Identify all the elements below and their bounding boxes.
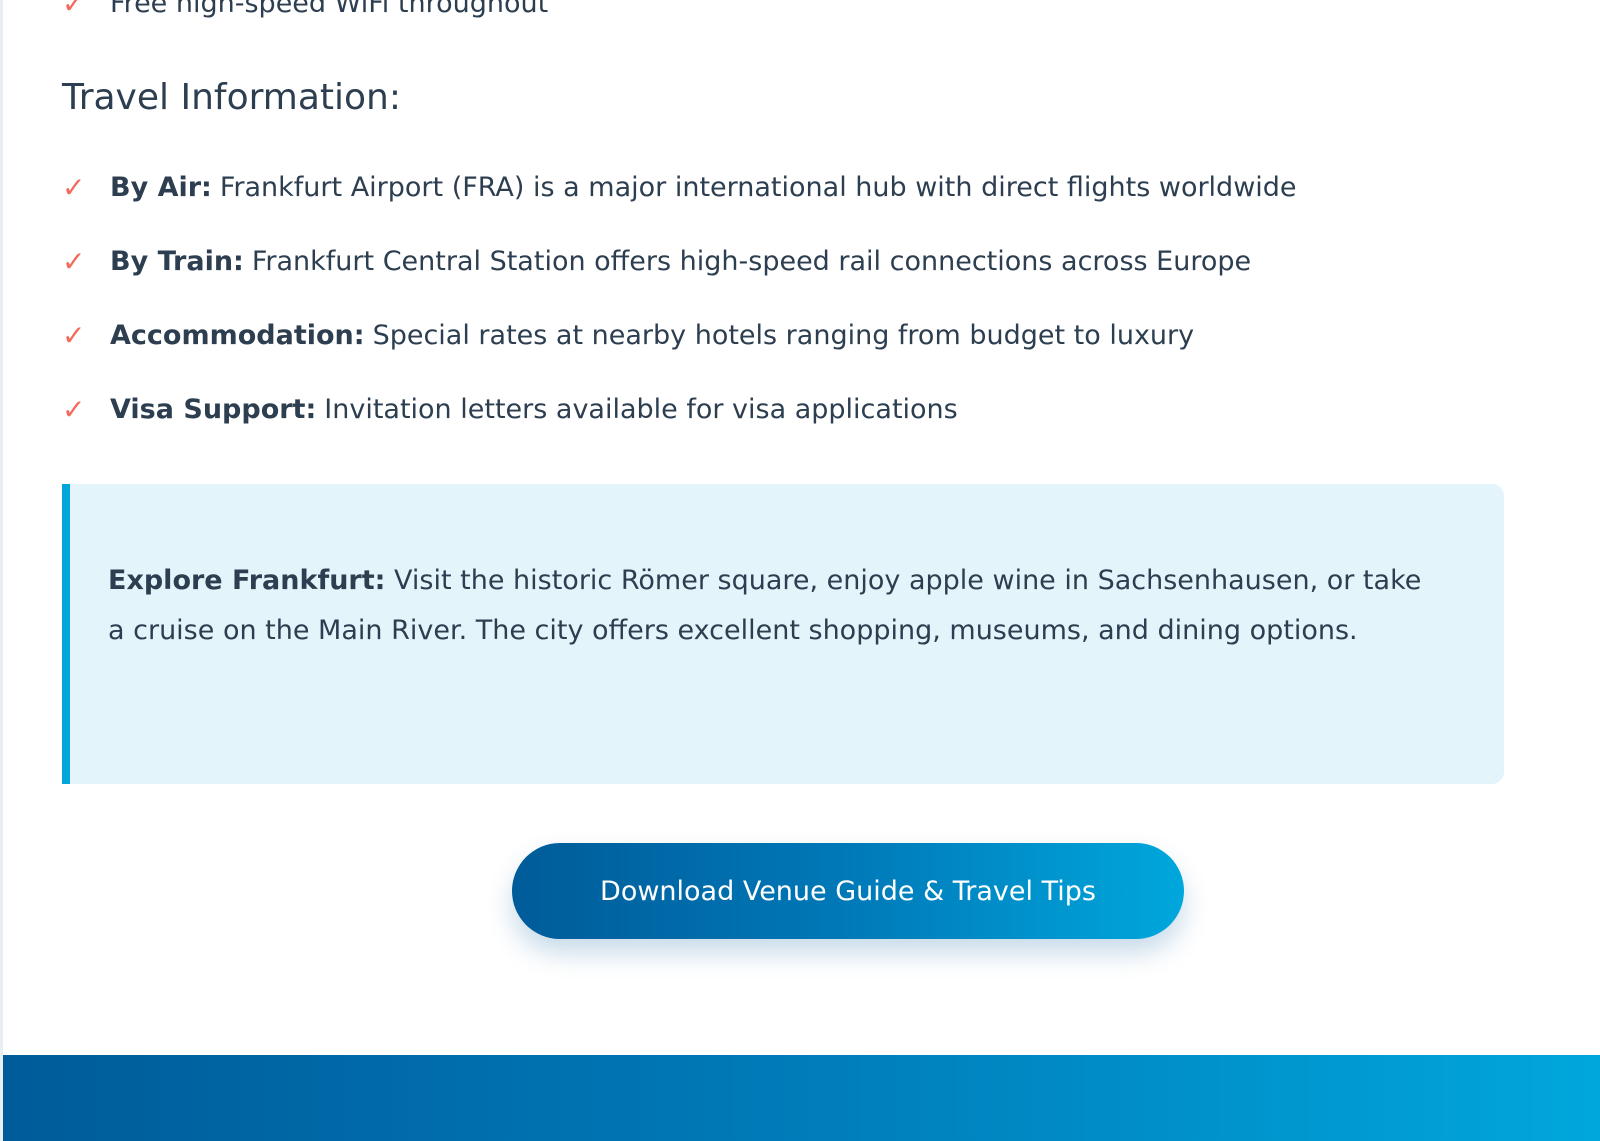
travel-item-visa: ✓ Visa Support: Invitation letters avail… (62, 390, 1297, 430)
amenity-item-wifi: ✓ Free high-speed WiFi throughout (62, 0, 548, 22)
callout-label: Explore Frankfurt: (108, 565, 386, 596)
checkmark-icon: ✓ (62, 171, 86, 204)
travel-item-train: ✓ By Train: Frankfurt Central Station of… (62, 242, 1297, 282)
travel-item-text: Frankfurt Airport (FRA) is a major inter… (219, 172, 1297, 203)
amenity-text: Free high-speed WiFi throughout (110, 0, 549, 19)
checkmark-icon: ✓ (62, 319, 86, 352)
travel-item-label: By Air: (110, 172, 212, 203)
footer-banner (3, 1055, 1600, 1141)
travel-item-label: By Train: (110, 246, 244, 277)
checkmark-icon: ✓ (62, 245, 86, 278)
travel-information-heading: Travel Information: (62, 77, 401, 118)
page-left-border (0, 0, 3, 1141)
download-cta-container: Download Venue Guide & Travel Tips (512, 843, 1184, 939)
explore-frankfurt-callout: Explore Frankfurt: Visit the historic Rö… (62, 484, 1504, 784)
travel-item-air: ✓ By Air: Frankfurt Airport (FRA) is a m… (62, 168, 1297, 208)
checkmark-icon: ✓ (62, 0, 86, 20)
travel-item-text: Invitation letters available for visa ap… (324, 394, 958, 425)
travel-item-label: Visa Support: (110, 394, 317, 425)
travel-item-text: Special rates at nearby hotels ranging f… (372, 320, 1195, 351)
travel-item-accommodation: ✓ Accommodation: Special rates at nearby… (62, 316, 1297, 356)
travel-information-list: ✓ By Air: Frankfurt Airport (FRA) is a m… (62, 168, 1297, 464)
download-venue-guide-button[interactable]: Download Venue Guide & Travel Tips (512, 843, 1184, 939)
travel-item-text: Frankfurt Central Station offers high-sp… (251, 246, 1252, 277)
checkmark-icon: ✓ (62, 393, 86, 426)
travel-item-label: Accommodation: (110, 320, 365, 351)
